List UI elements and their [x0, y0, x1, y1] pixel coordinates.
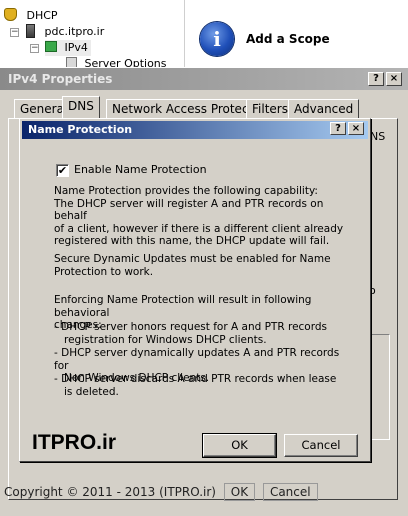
- collapse-expander-server[interactable]: −: [10, 28, 19, 37]
- tree-item-label: DHCP: [26, 9, 58, 22]
- console-tree: DHCP − pdc.itpro.ir − IPv4 Server Option…: [0, 0, 180, 70]
- ok-button[interactable]: OK: [223, 483, 256, 501]
- ipv4-folder-icon: [45, 41, 57, 52]
- collapse-expander-ipv4[interactable]: −: [30, 44, 39, 53]
- secure-updates-note: Secure Dynamic Updates must be enabled f…: [54, 253, 331, 278]
- tree-item-ipv4[interactable]: IPv4: [45, 40, 91, 56]
- dialog-title: Name Protection: [22, 121, 368, 139]
- enable-name-protection-checkbox[interactable]: ✔: [56, 164, 69, 177]
- itpro-logo: ITPRO.ir: [32, 431, 117, 454]
- server-icon: [26, 24, 35, 38]
- tree-item-server[interactable]: pdc.itpro.ir: [26, 24, 104, 40]
- help-button[interactable]: ?: [330, 122, 346, 135]
- tree-item-label: pdc.itpro.ir: [44, 25, 105, 38]
- checkmark-icon: ✔: [57, 164, 68, 177]
- dhcp-trophy-icon: [4, 8, 17, 21]
- partial-text: NS: [370, 130, 386, 143]
- copyright-text: Copyright © 2011 - 2013 (ITPRO.ir): [4, 485, 216, 499]
- close-button[interactable]: ×: [386, 72, 402, 86]
- tab-dns[interactable]: DNS: [62, 96, 100, 120]
- cancel-button[interactable]: Cancel: [262, 483, 318, 501]
- help-button[interactable]: ?: [368, 72, 384, 86]
- capability-description: Name Protection provides the following c…: [54, 185, 344, 247]
- info-icon: i: [200, 22, 234, 56]
- behavior-item: - DHCP server discards A and PTR records…: [54, 373, 337, 398]
- add-scope-link[interactable]: Add a Scope: [246, 32, 330, 46]
- tree-item-dhcp[interactable]: DHCP: [4, 8, 58, 24]
- tab-filters[interactable]: Filters: [246, 99, 294, 119]
- tab-advanced[interactable]: Advanced: [288, 99, 360, 119]
- copyright-footer: Copyright © 2011 - 2013 (ITPRO.ir) OK Ca…: [0, 481, 408, 503]
- close-button[interactable]: ×: [348, 122, 364, 135]
- behavior-item: - DHCP server honors request for A and P…: [54, 321, 327, 346]
- cancel-button[interactable]: Cancel: [284, 434, 358, 457]
- dialog-title: IPv4 Properties: [0, 68, 408, 90]
- enable-name-protection-label[interactable]: Enable Name Protection: [74, 163, 207, 176]
- name-protection-dialog: Name Protection ? × ✔ Enable Name Protec…: [19, 118, 371, 462]
- ok-button[interactable]: OK: [202, 433, 277, 458]
- tree-item-label: IPv4: [64, 41, 88, 54]
- group-box: [370, 334, 390, 440]
